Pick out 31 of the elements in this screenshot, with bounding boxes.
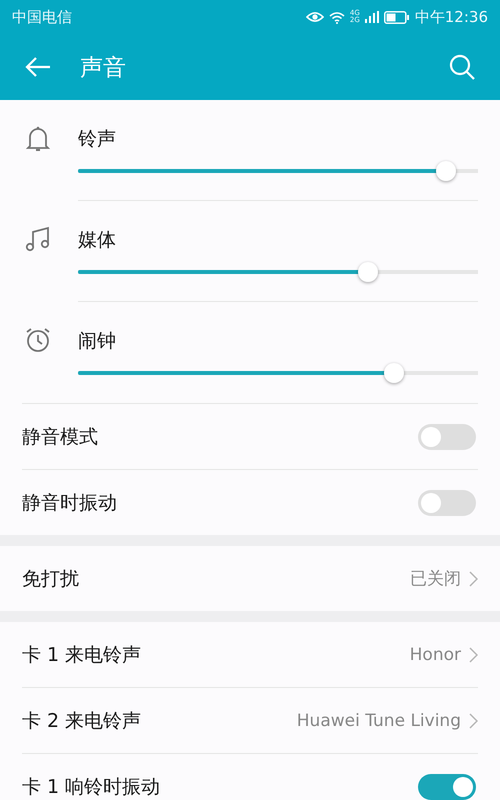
setting-label: 静音模式 bbox=[22, 424, 99, 450]
toggle-switch[interactable] bbox=[418, 424, 476, 450]
eye-icon bbox=[306, 11, 324, 23]
carrier-name: 中国电信 bbox=[12, 8, 72, 26]
toggle-switch[interactable] bbox=[418, 490, 476, 516]
clock-time: 中午12:36 bbox=[414, 8, 488, 26]
setting-value: Honor bbox=[410, 644, 461, 664]
setting-label: 卡 1 响铃时振动 bbox=[22, 774, 162, 800]
setting-value: Huawei Tune Living bbox=[296, 710, 461, 730]
bell-icon bbox=[25, 125, 51, 153]
setting-label: 免打扰 bbox=[22, 566, 80, 592]
wifi-icon bbox=[328, 10, 345, 24]
slider-thumb[interactable] bbox=[436, 161, 456, 181]
setting-label: 卡 1 来电铃声 bbox=[22, 642, 142, 668]
battery-icon bbox=[384, 10, 410, 24]
toggle-switch[interactable] bbox=[418, 774, 476, 800]
slider-thumb[interactable] bbox=[358, 262, 378, 282]
volume-label: 媒体 bbox=[78, 228, 116, 253]
music-note-icon bbox=[25, 226, 51, 252]
setting-label: 卡 2 来电铃声 bbox=[22, 708, 142, 734]
setting-label: 静音时振动 bbox=[22, 490, 118, 516]
chevron-right-icon bbox=[469, 646, 478, 662]
chevron-right-icon bbox=[469, 712, 478, 728]
alarm-clock-icon bbox=[25, 327, 51, 353]
setting-value: 已关闭 bbox=[410, 568, 461, 590]
chevron-right-icon bbox=[469, 570, 478, 586]
signal-icon bbox=[364, 11, 379, 23]
volume-label: 闹钟 bbox=[78, 329, 116, 354]
slider-thumb[interactable] bbox=[384, 363, 404, 383]
volume-label: 铃声 bbox=[78, 127, 116, 152]
page-title: 声音 bbox=[80, 54, 127, 82]
